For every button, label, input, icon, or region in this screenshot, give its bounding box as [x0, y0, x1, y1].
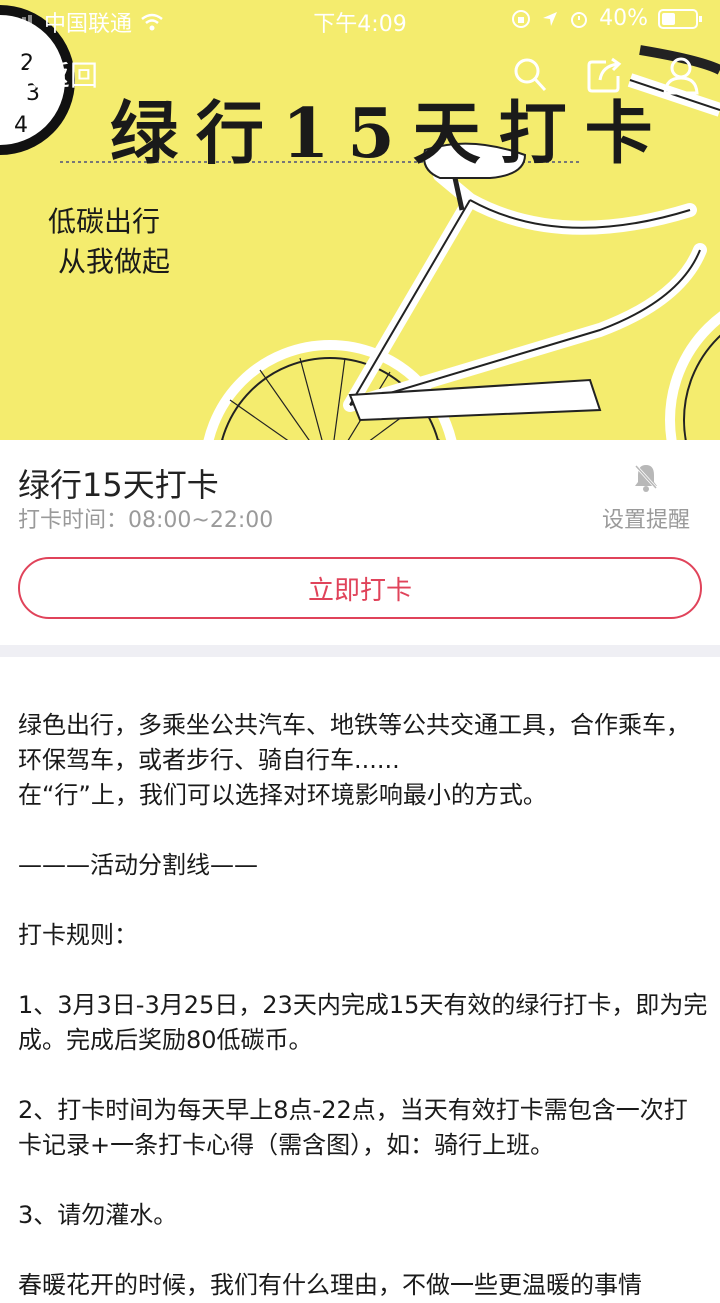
activity-info: 绿行15天打卡 打卡时间：08:00~22:00 设置提醒 立即打卡 [0, 440, 720, 645]
chevron-left-icon [23, 59, 40, 89]
description-paragraph: 绿色出行，多乘坐公共汽车、地铁等公共交通工具，合作乘车，环保驾车，或者步行、骑自… [18, 711, 690, 774]
set-reminder-button[interactable]: 设置提醒 [596, 462, 696, 534]
battery-icon [658, 8, 702, 29]
description-paragraph: 2、打卡时间为每天早上8点-22点，当天有效打卡需包含一次打卡记录+一条打卡心得… [18, 1096, 688, 1159]
set-reminder-label: 设置提醒 [601, 508, 690, 533]
activity-title: 绿行15天打卡 [18, 466, 219, 504]
status-bar: 中国联通 下午4:09 40% [0, 0, 720, 40]
share-icon[interactable] [586, 56, 624, 94]
checkin-time: 打卡时间：08:00~22:00 [18, 508, 274, 533]
hero-slogan-line1: 低碳出行 [48, 205, 161, 238]
description-paragraph: ———活动分割线—— [18, 851, 258, 879]
hero-slogan-line2: 从我做起 [58, 245, 171, 278]
description-blank-line [18, 813, 708, 848]
description-paragraph: 打卡规则： [18, 921, 138, 949]
svg-text:4: 4 [14, 113, 28, 138]
description-blank-line [18, 953, 708, 988]
nav-bar: 返回 [0, 52, 720, 100]
search-icon[interactable] [512, 56, 548, 94]
user-icon[interactable] [662, 56, 700, 96]
rotation-lock-icon [512, 9, 531, 28]
description-blank-line [18, 1163, 708, 1198]
description-blank-line [18, 883, 708, 918]
back-button[interactable]: 返回 [22, 54, 98, 94]
section-divider [0, 645, 720, 657]
description-paragraph: 春暖花开的时候，我们有什么理由，不做一些更温暖的事情 [18, 1271, 642, 1299]
status-right: 40% [511, 6, 704, 31]
description-paragraph: 1、3月3日-3月25日，23天内完成15天有效的绿行打卡，即为完成。完成后奖励… [18, 991, 708, 1054]
activity-description: 绿色出行，多乘坐公共汽车、地铁等公共交通工具，合作乘车，环保驾车，或者步行、骑自… [18, 708, 708, 1303]
bell-off-icon [634, 464, 658, 492]
description-paragraph: 在“行”上，我们可以选择对环境影响最小的方式。 [18, 781, 547, 809]
back-label: 返回 [42, 59, 99, 92]
alarm-icon [571, 11, 588, 28]
description-paragraph: 3、请勿灌水。 [18, 1201, 178, 1229]
battery-percent: 40% [599, 6, 648, 31]
description-blank-line [18, 1233, 708, 1268]
description-blank-line [18, 1058, 708, 1093]
location-icon [543, 11, 558, 26]
checkin-button[interactable]: 立即打卡 [18, 557, 702, 619]
